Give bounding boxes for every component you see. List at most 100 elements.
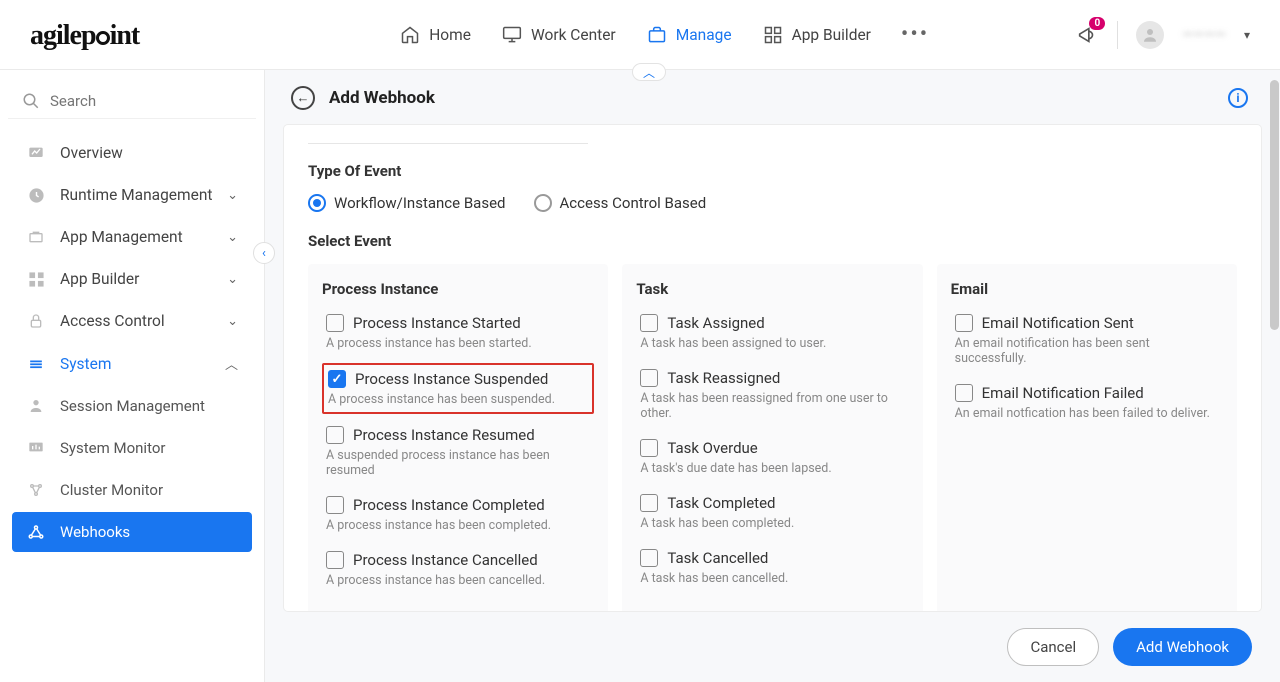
grid-icon <box>762 24 784 46</box>
nav-app-builder-label: App Builder <box>792 26 871 44</box>
event-desc: A process instance has been completed. <box>326 518 590 533</box>
nav-work-center-label: Work Center <box>531 26 616 44</box>
divider <box>1117 21 1118 49</box>
system-icon <box>26 355 46 373</box>
sidebar-item-app-builder[interactable]: App Builder ⌄ <box>12 259 252 299</box>
sidebar-item-system[interactable]: System ︿ <box>12 343 252 384</box>
sidebar-item-app-mgmt[interactable]: App Management ⌄ <box>12 217 252 257</box>
search-icon <box>22 92 40 110</box>
nav-app-builder[interactable]: App Builder <box>762 24 871 46</box>
event-pi-suspended[interactable]: ✓Process Instance Suspended A process in… <box>322 363 594 414</box>
radio-label: Workflow/Instance Based <box>334 194 506 212</box>
event-email-failed[interactable]: Email Notification Failed An email notfi… <box>951 378 1223 427</box>
event-label: Email Notification Failed <box>982 384 1144 402</box>
sidebar-sub-cluster-monitor[interactable]: Cluster Monitor <box>12 470 252 510</box>
sidebar-collapse-button[interactable]: ‹ <box>253 242 275 264</box>
briefcase-icon <box>26 228 46 246</box>
sidebar-sub-webhooks[interactable]: Webhooks <box>12 512 252 552</box>
info-icon[interactable]: i <box>1228 88 1248 108</box>
event-task-reassigned[interactable]: Task Reassigned A task has been reassign… <box>636 363 908 427</box>
event-grid: Process Instance Process Instance Starte… <box>308 264 1237 612</box>
sidebar-item-runtime[interactable]: Runtime Management ⌄ <box>12 175 252 215</box>
checkbox-icon <box>326 314 344 332</box>
sidebar-sub-session-mgmt[interactable]: Session Management <box>12 386 252 426</box>
event-label: Task Overdue <box>667 439 757 457</box>
sidebar-label: App Builder <box>60 270 139 288</box>
notification-badge: 0 <box>1089 17 1105 30</box>
top-bar: agilepint Home Work Center Manage App Bu… <box>0 0 1280 70</box>
event-desc: A task has been completed. <box>640 516 904 531</box>
chevron-up-icon: ︿ <box>225 354 238 373</box>
webhook-icon <box>26 523 46 541</box>
event-pi-cancelled[interactable]: Process Instance Cancelled A process ins… <box>322 545 594 594</box>
sidebar-label: Session Management <box>60 397 205 415</box>
nav-more[interactable]: ••• <box>901 22 929 47</box>
checkbox-icon <box>640 314 658 332</box>
sidebar-item-overview[interactable]: Overview <box>12 133 252 173</box>
top-nav: Home Work Center Manage App Builder ••• <box>399 22 929 47</box>
type-of-event-label: Type Of Event <box>308 162 1237 180</box>
cluster-icon <box>26 481 46 499</box>
checkbox-icon <box>326 551 344 569</box>
home-icon <box>399 24 421 46</box>
sidebar-label: System Monitor <box>60 439 165 457</box>
checkbox-icon <box>955 384 973 402</box>
event-desc: An email notfication has been failed to … <box>955 406 1219 421</box>
event-label: Process Instance Cancelled <box>353 551 538 569</box>
sidebar-label: Overview <box>60 144 123 162</box>
sidebar-item-access-control[interactable]: Access Control ⌄ <box>12 301 252 341</box>
search-input[interactable] <box>50 92 242 110</box>
collapse-top-tab[interactable]: ︿ <box>632 63 666 81</box>
nav-home[interactable]: Home <box>399 24 471 46</box>
briefcase-icon <box>646 24 668 46</box>
user-avatar[interactable] <box>1136 21 1164 49</box>
event-task-completed[interactable]: Task Completed A task has been completed… <box>636 488 908 537</box>
event-task-overdue[interactable]: Task Overdue A task's due date has been … <box>636 433 908 482</box>
squares-icon <box>26 270 46 288</box>
sidebar-label: Webhooks <box>60 523 130 541</box>
vertical-scrollbar[interactable] <box>1270 80 1279 330</box>
event-col-task: Task Task Assigned A task has been assig… <box>622 264 922 612</box>
checkbox-icon <box>326 496 344 514</box>
nav-manage[interactable]: Manage <box>646 24 732 46</box>
event-task-assigned[interactable]: Task Assigned A task has been assigned t… <box>636 308 908 357</box>
announcements-button[interactable]: 0 <box>1075 23 1099 47</box>
radio-workflow-based[interactable]: Workflow/Instance Based <box>308 194 506 212</box>
chevron-down-icon: ⌄ <box>227 314 238 329</box>
event-type-radio-group: Workflow/Instance Based Access Control B… <box>308 194 1237 212</box>
event-pi-resumed[interactable]: Process Instance Resumed A suspended pro… <box>322 420 594 484</box>
checkbox-icon <box>326 426 344 444</box>
divider-line <box>308 143 588 144</box>
event-pi-started[interactable]: Process Instance Started A process insta… <box>322 308 594 357</box>
top-right: 0 ———— ▾ <box>1075 21 1250 49</box>
back-button[interactable]: ← <box>291 86 315 110</box>
radio-icon <box>308 194 326 212</box>
event-pi-completed[interactable]: Process Instance Completed A process ins… <box>322 490 594 539</box>
nav-work-center[interactable]: Work Center <box>501 24 616 46</box>
radio-access-control-based[interactable]: Access Control Based <box>534 194 707 212</box>
event-desc: A task has been reassigned from one user… <box>640 391 904 421</box>
checkbox-icon <box>640 369 658 387</box>
nav-home-label: Home <box>429 26 471 44</box>
event-email-sent[interactable]: Email Notification Sent An email notific… <box>951 308 1223 372</box>
radio-icon <box>534 194 552 212</box>
content-area: ← Add Webhook i Type Of Event Workflow/I… <box>265 70 1280 682</box>
event-col-process-instance: Process Instance Process Instance Starte… <box>308 264 608 612</box>
event-label: Process Instance Resumed <box>353 426 535 444</box>
chevron-down-icon: ⌄ <box>227 230 238 245</box>
event-task-cancelled[interactable]: Task Cancelled A task has been cancelled… <box>636 543 908 592</box>
event-label: Process Instance Completed <box>353 496 545 514</box>
sidebar-sub-system-monitor[interactable]: System Monitor <box>12 428 252 468</box>
sidebar-search[interactable] <box>8 84 256 119</box>
add-webhook-button[interactable]: Add Webhook <box>1113 628 1252 666</box>
cancel-button[interactable]: Cancel <box>1007 628 1099 666</box>
event-desc: A process instance has been suspended. <box>328 392 588 407</box>
brand-logo: agilepint <box>30 18 139 52</box>
user-menu-chevron[interactable]: ▾ <box>1244 28 1250 42</box>
event-desc: A task's due date has been lapsed. <box>640 461 904 476</box>
event-desc: A suspended process instance has been re… <box>326 448 590 478</box>
checkbox-icon <box>640 494 658 512</box>
event-desc: A task has been cancelled. <box>640 571 904 586</box>
event-desc: A process instance has been cancelled. <box>326 573 590 588</box>
sidebar: Overview Runtime Management ⌄ App Manage… <box>0 70 265 682</box>
